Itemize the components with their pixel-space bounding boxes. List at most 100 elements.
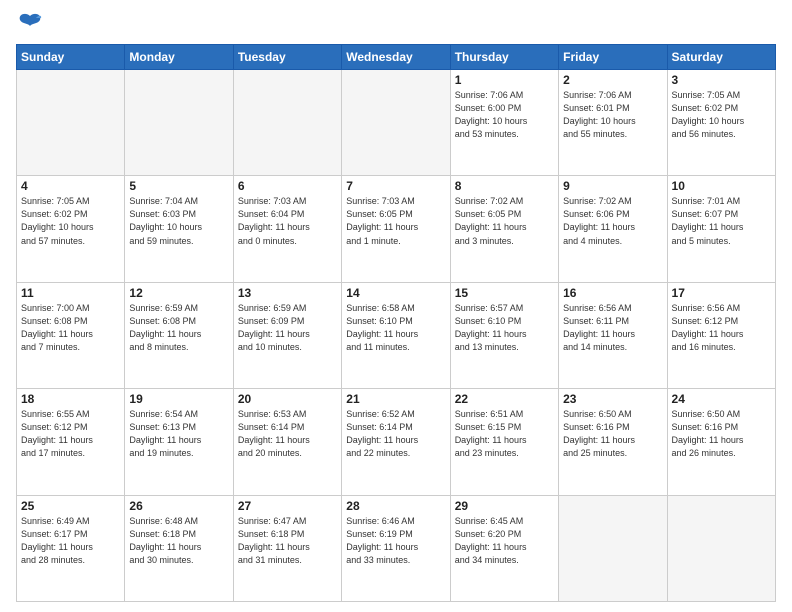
calendar-cell: 9 Sunrise: 7:02 AM Sunset: 6:06 PM Daylig… (559, 176, 667, 282)
day-info: Sunrise: 6:59 AM Sunset: 6:08 PM Dayligh… (129, 302, 228, 354)
logo-bird-icon (16, 10, 44, 38)
week-row-4: 18Sunrise: 6:55 AM Sunset: 6:12 PM Dayli… (17, 389, 776, 495)
calendar-cell: 3 Sunrise: 7:05 AM Sunset: 6:02 PM Daylig… (667, 70, 775, 176)
day-info: Sunrise: 6:48 AM Sunset: 6:18 PM Dayligh… (129, 515, 228, 567)
day-info: Sunrise: 7:06 AM Sunset: 6:00 PM Dayligh… (455, 89, 554, 141)
day-number: 23 (563, 392, 662, 406)
day-number: 12 (129, 286, 228, 300)
calendar-cell: 23Sunrise: 6:50 AM Sunset: 6:16 PM Dayli… (559, 389, 667, 495)
calendar-cell: 20Sunrise: 6:53 AM Sunset: 6:14 PM Dayli… (233, 389, 341, 495)
day-number: 27 (238, 499, 337, 513)
day-number: 22 (455, 392, 554, 406)
calendar-cell: 12 Sunrise: 6:59 AM Sunset: 6:08 PM Dayli… (125, 282, 233, 388)
day-info: Sunrise: 6:49 AM Sunset: 6:17 PM Dayligh… (21, 515, 120, 567)
day-info: Sunrise: 7:05 AM Sunset: 6:02 PM Dayligh… (672, 89, 771, 141)
day-info: Sunrise: 6:56 AM Sunset: 6:12 PM Dayligh… (672, 302, 771, 354)
calendar-cell (667, 495, 775, 601)
day-number: 28 (346, 499, 445, 513)
day-number: 6 (238, 179, 337, 193)
calendar-cell: 15 Sunrise: 6:57 AM Sunset: 6:10 PM Dayli… (450, 282, 558, 388)
calendar-cell: 2 Sunrise: 7:06 AM Sunset: 6:01 PM Daylig… (559, 70, 667, 176)
weekday-header-row: SundayMondayTuesdayWednesdayThursdayFrid… (17, 45, 776, 70)
calendar-cell: 4 Sunrise: 7:05 AM Sunset: 6:02 PM Daylig… (17, 176, 125, 282)
day-number: 20 (238, 392, 337, 406)
day-number: 21 (346, 392, 445, 406)
calendar-cell: 11 Sunrise: 7:00 AM Sunset: 6:08 PM Dayli… (17, 282, 125, 388)
day-number: 13 (238, 286, 337, 300)
day-info: Sunrise: 7:03 AM Sunset: 6:05 PM Dayligh… (346, 195, 445, 247)
day-number: 18 (21, 392, 120, 406)
weekday-header-thursday: Thursday (450, 45, 558, 70)
logo (16, 10, 48, 38)
calendar-cell: 22 Sunrise: 6:51 AM Sunset: 6:15 PM Dayli… (450, 389, 558, 495)
day-info: Sunrise: 6:56 AM Sunset: 6:11 PM Dayligh… (563, 302, 662, 354)
day-number: 26 (129, 499, 228, 513)
day-info: Sunrise: 7:02 AM Sunset: 6:05 PM Dayligh… (455, 195, 554, 247)
calendar-cell: 16 Sunrise: 6:56 AM Sunset: 6:11 PM Dayli… (559, 282, 667, 388)
day-info: Sunrise: 6:58 AM Sunset: 6:10 PM Dayligh… (346, 302, 445, 354)
calendar-cell: 1 Sunrise: 7:06 AM Sunset: 6:00 PM Daylig… (450, 70, 558, 176)
day-number: 10 (672, 179, 771, 193)
weekday-header-wednesday: Wednesday (342, 45, 450, 70)
day-info: Sunrise: 7:02 AM Sunset: 6:06 PM Dayligh… (563, 195, 662, 247)
day-info: Sunrise: 7:06 AM Sunset: 6:01 PM Dayligh… (563, 89, 662, 141)
calendar-cell: 25 Sunrise: 6:49 AM Sunset: 6:17 PM Dayli… (17, 495, 125, 601)
day-info: Sunrise: 6:50 AM Sunset: 6:16 PM Dayligh… (672, 408, 771, 460)
week-row-5: 25 Sunrise: 6:49 AM Sunset: 6:17 PM Dayli… (17, 495, 776, 601)
calendar-cell: 19Sunrise: 6:54 AM Sunset: 6:13 PM Dayli… (125, 389, 233, 495)
day-number: 7 (346, 179, 445, 193)
day-number: 16 (563, 286, 662, 300)
day-info: Sunrise: 6:57 AM Sunset: 6:10 PM Dayligh… (455, 302, 554, 354)
day-info: Sunrise: 6:59 AM Sunset: 6:09 PM Dayligh… (238, 302, 337, 354)
day-number: 19 (129, 392, 228, 406)
weekday-header-friday: Friday (559, 45, 667, 70)
day-info: Sunrise: 7:00 AM Sunset: 6:08 PM Dayligh… (21, 302, 120, 354)
calendar-cell (342, 70, 450, 176)
day-number: 9 (563, 179, 662, 193)
calendar-cell: 29Sunrise: 6:45 AM Sunset: 6:20 PM Dayli… (450, 495, 558, 601)
calendar-cell: 8 Sunrise: 7:02 AM Sunset: 6:05 PM Daylig… (450, 176, 558, 282)
day-info: Sunrise: 7:01 AM Sunset: 6:07 PM Dayligh… (672, 195, 771, 247)
calendar-cell (233, 70, 341, 176)
day-number: 4 (21, 179, 120, 193)
calendar-cell: 27 Sunrise: 6:47 AM Sunset: 6:18 PM Dayli… (233, 495, 341, 601)
weekday-header-tuesday: Tuesday (233, 45, 341, 70)
day-info: Sunrise: 7:05 AM Sunset: 6:02 PM Dayligh… (21, 195, 120, 247)
week-row-2: 4 Sunrise: 7:05 AM Sunset: 6:02 PM Daylig… (17, 176, 776, 282)
calendar-table: SundayMondayTuesdayWednesdayThursdayFrid… (16, 44, 776, 602)
weekday-header-sunday: Sunday (17, 45, 125, 70)
calendar-cell: 17 Sunrise: 6:56 AM Sunset: 6:12 PM Dayli… (667, 282, 775, 388)
weekday-header-saturday: Saturday (667, 45, 775, 70)
day-number: 1 (455, 73, 554, 87)
day-number: 14 (346, 286, 445, 300)
day-number: 3 (672, 73, 771, 87)
page: SundayMondayTuesdayWednesdayThursdayFrid… (0, 0, 792, 612)
calendar-cell: 10 Sunrise: 7:01 AM Sunset: 6:07 PM Dayli… (667, 176, 775, 282)
calendar-cell: 26 Sunrise: 6:48 AM Sunset: 6:18 PM Dayli… (125, 495, 233, 601)
day-info: Sunrise: 6:46 AM Sunset: 6:19 PM Dayligh… (346, 515, 445, 567)
calendar-cell (17, 70, 125, 176)
calendar-cell: 14 Sunrise: 6:58 AM Sunset: 6:10 PM Dayli… (342, 282, 450, 388)
day-number: 11 (21, 286, 120, 300)
day-info: Sunrise: 6:47 AM Sunset: 6:18 PM Dayligh… (238, 515, 337, 567)
calendar-cell: 5Sunrise: 7:04 AM Sunset: 6:03 PM Daylig… (125, 176, 233, 282)
day-info: Sunrise: 6:51 AM Sunset: 6:15 PM Dayligh… (455, 408, 554, 460)
calendar-cell (559, 495, 667, 601)
weekday-header-monday: Monday (125, 45, 233, 70)
day-number: 8 (455, 179, 554, 193)
day-number: 15 (455, 286, 554, 300)
calendar-cell: 18Sunrise: 6:55 AM Sunset: 6:12 PM Dayli… (17, 389, 125, 495)
day-number: 25 (21, 499, 120, 513)
calendar-cell: 7 Sunrise: 7:03 AM Sunset: 6:05 PM Daylig… (342, 176, 450, 282)
day-number: 2 (563, 73, 662, 87)
day-info: Sunrise: 6:52 AM Sunset: 6:14 PM Dayligh… (346, 408, 445, 460)
day-number: 29 (455, 499, 554, 513)
day-number: 24 (672, 392, 771, 406)
week-row-3: 11 Sunrise: 7:00 AM Sunset: 6:08 PM Dayli… (17, 282, 776, 388)
day-info: Sunrise: 7:03 AM Sunset: 6:04 PM Dayligh… (238, 195, 337, 247)
day-info: Sunrise: 7:04 AM Sunset: 6:03 PM Dayligh… (129, 195, 228, 247)
calendar-cell: 6 Sunrise: 7:03 AM Sunset: 6:04 PM Daylig… (233, 176, 341, 282)
header (16, 10, 776, 38)
calendar-cell: 13 Sunrise: 6:59 AM Sunset: 6:09 PM Dayli… (233, 282, 341, 388)
day-number: 17 (672, 286, 771, 300)
